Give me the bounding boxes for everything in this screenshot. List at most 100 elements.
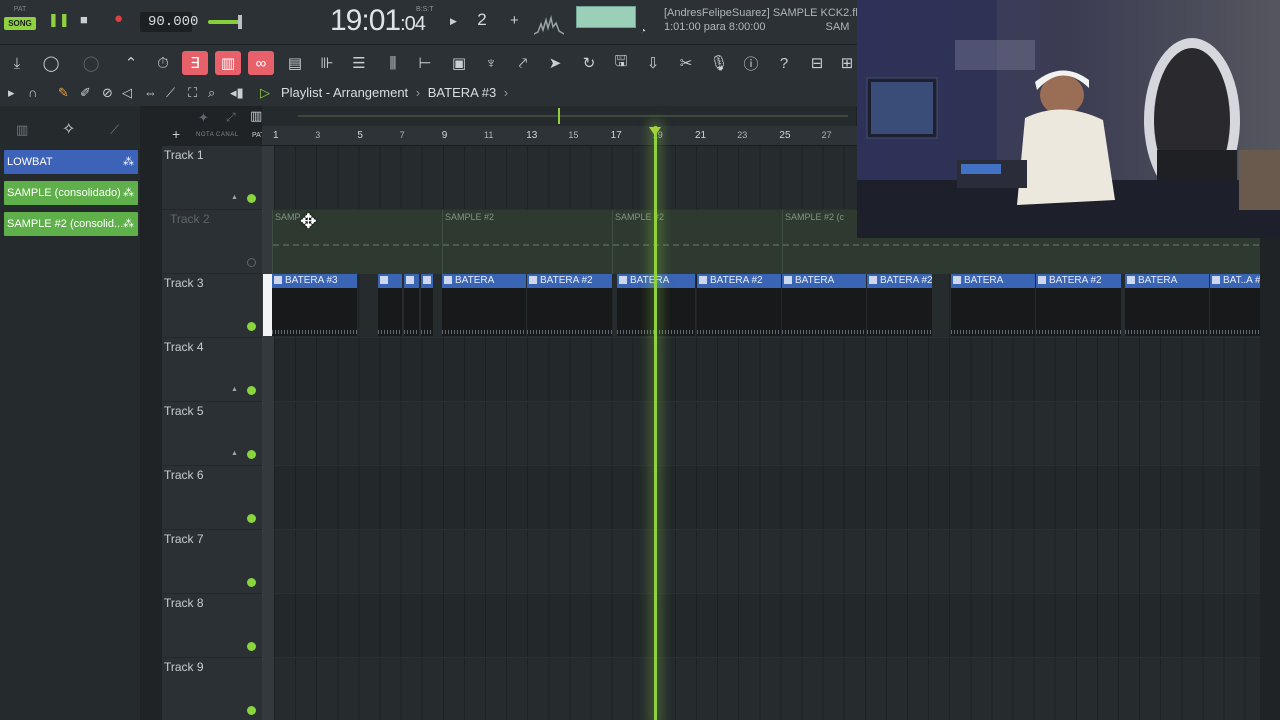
track-header[interactable]: Track 1 ▲	[162, 146, 262, 210]
playhead-marker-icon[interactable]	[649, 127, 661, 136]
browser-clip-sample[interactable]: SAMPLE (consolidado) ⁂	[4, 181, 138, 205]
playback-icon[interactable]: ◂▮	[230, 85, 244, 101]
loop-start-marker[interactable]	[263, 274, 272, 336]
track-lane[interactable]	[274, 338, 1260, 402]
mixer-icon[interactable]: ⫼	[380, 51, 406, 75]
sample-clip[interactable]: SAMP	[272, 210, 442, 274]
menu-arrow-icon[interactable]: ▸	[8, 85, 15, 101]
pattern-clip[interactable]: BATERA #3	[272, 274, 357, 336]
metronome-icon[interactable]: ◯	[38, 51, 64, 75]
audio-browser-icon[interactable]: ✧	[62, 119, 75, 139]
track-mute-led-icon[interactable]	[247, 450, 256, 459]
link-icon[interactable]: ⤢	[226, 110, 236, 125]
piano-browser-icon[interactable]: ▥	[16, 122, 28, 138]
automation-browser-icon[interactable]: ⟋	[110, 122, 119, 138]
stop-icon[interactable]: ■	[80, 12, 88, 27]
render-icon[interactable]: ⇩	[640, 51, 666, 75]
add-pattern-icon[interactable]: +	[510, 12, 519, 29]
pattern-clip[interactable]	[421, 274, 433, 336]
slip-icon[interactable]: ⇔	[144, 85, 157, 100]
track-mute-led-icon[interactable]	[247, 578, 256, 587]
send-icon[interactable]: ➤	[542, 51, 568, 75]
pattern-chevron-icon[interactable]: ›	[504, 85, 508, 100]
mute-icon[interactable]: ◁	[122, 85, 132, 101]
pattern-clip[interactable]: BATERA #2	[1036, 274, 1121, 336]
track-mute-led-icon[interactable]	[247, 194, 256, 203]
info-icon[interactable]: ⓘ	[738, 51, 764, 75]
paint-icon[interactable]: ✐	[80, 85, 91, 101]
snap-icon[interactable]: ✦	[198, 110, 209, 126]
add-track-icon[interactable]: +	[172, 126, 180, 142]
tempo-tap-icon[interactable]: ◯	[78, 51, 104, 75]
piano-roll-icon[interactable]: ⊪	[314, 51, 340, 75]
track-lane[interactable]	[274, 594, 1260, 658]
plugin-icon[interactable]: ♆	[478, 51, 504, 75]
window-icon[interactable]: ⊟	[804, 51, 830, 75]
undo-icon[interactable]: ↻	[576, 51, 602, 75]
wait-icon[interactable]: ⌃	[118, 51, 144, 75]
countdown-icon[interactable]: ⏱	[150, 51, 176, 75]
master-volume-slider[interactable]	[208, 20, 242, 24]
track-collapse-icon[interactable]: ▲	[231, 450, 238, 457]
pattern-clip[interactable]: BAT..A #2	[1210, 274, 1260, 336]
track-header[interactable]: Track 7	[162, 530, 262, 594]
help-icon[interactable]: ?	[771, 51, 797, 75]
play-arrow-icon[interactable]: ▷	[260, 85, 270, 101]
pattern-selector[interactable]: 2	[462, 10, 502, 30]
track-mute-led-icon[interactable]	[247, 706, 256, 715]
pattern-clip[interactable]: BATERA	[951, 274, 1035, 336]
track-header[interactable]: Track 3	[162, 274, 262, 338]
pattern-clip[interactable]: BATERA #2	[867, 274, 932, 336]
step-record-icon[interactable]: ∃	[182, 51, 208, 75]
track-collapse-icon[interactable]: ▲	[231, 386, 238, 393]
pattern-clip[interactable]: BATERA	[782, 274, 866, 336]
track-mute-led-icon[interactable]	[247, 514, 256, 523]
pattern-clip[interactable]	[404, 274, 419, 336]
track-header[interactable]: Track 6	[162, 466, 262, 530]
pattern-clip[interactable]: BATERA	[1125, 274, 1209, 336]
track-mute-led-icon[interactable]	[247, 642, 256, 651]
cut-icon[interactable]: ✂	[673, 51, 699, 75]
pause-icon[interactable]: ❚❚	[48, 12, 70, 28]
pattern-clip[interactable]: BATERA #2	[527, 274, 612, 336]
tempo-display[interactable]: 90.000	[140, 12, 198, 32]
track-mute-led-icon[interactable]	[247, 386, 256, 395]
delete-icon[interactable]: ⊘	[102, 85, 113, 101]
blend-record-icon[interactable]: ▥	[215, 51, 241, 75]
track-header[interactable]: Track 9	[162, 658, 262, 720]
browser-icon[interactable]: ⊢	[412, 51, 438, 75]
select-icon[interactable]: ⛶	[188, 85, 197, 101]
pat-song-toggle[interactable]: PAT SONG	[4, 6, 36, 36]
current-pattern[interactable]: BATERA #3	[428, 85, 496, 100]
piano-keys-icon[interactable]: ▥	[250, 108, 262, 124]
browser-clip-lowbat[interactable]: LOWBAT ⁂	[4, 150, 138, 174]
magnet-icon[interactable]: ∩	[28, 85, 37, 100]
channel-rack-icon[interactable]: ☰	[346, 51, 372, 75]
track-collapse-icon[interactable]: ▲	[231, 194, 238, 201]
track-mute-led-icon[interactable]	[247, 322, 256, 331]
track-lane[interactable]	[274, 402, 1260, 466]
pencil-icon[interactable]: ✎	[58, 85, 69, 101]
track-lane[interactable]	[274, 658, 1260, 720]
pattern-clip[interactable]: BATERA #2	[697, 274, 781, 336]
save-icon[interactable]: 🖫	[608, 51, 634, 75]
download-icon[interactable]: ⤓	[4, 51, 30, 75]
pattern-clip[interactable]	[378, 274, 402, 336]
master-volume-handle[interactable]	[238, 15, 242, 29]
track-header[interactable]: Track 4 ▲	[162, 338, 262, 402]
track-header[interactable]: Track 2	[162, 210, 262, 274]
project-icon[interactable]: ▣	[446, 51, 472, 75]
track-header[interactable]: Track 5 ▲	[162, 402, 262, 466]
pattern-prev-icon[interactable]: ▶	[450, 16, 457, 27]
playlist-icon[interactable]: ▤	[282, 51, 308, 75]
playhead-line[interactable]	[654, 126, 657, 720]
track-lane[interactable]	[274, 530, 1260, 594]
plugin-picker-icon[interactable]: ⤤	[510, 51, 536, 75]
loop-record-icon[interactable]: ∞	[248, 51, 274, 75]
track-lane[interactable]	[274, 466, 1260, 530]
song-position-clock[interactable]: 19:01:04	[330, 4, 426, 38]
mic-icon[interactable]: 🎙	[706, 51, 732, 75]
browser-clip-sample-2[interactable]: SAMPLE #2 (consolid... ⁂	[4, 212, 138, 236]
track-mute-led-icon[interactable]	[247, 258, 256, 267]
zoom-icon[interactable]: ⌕	[208, 85, 215, 101]
